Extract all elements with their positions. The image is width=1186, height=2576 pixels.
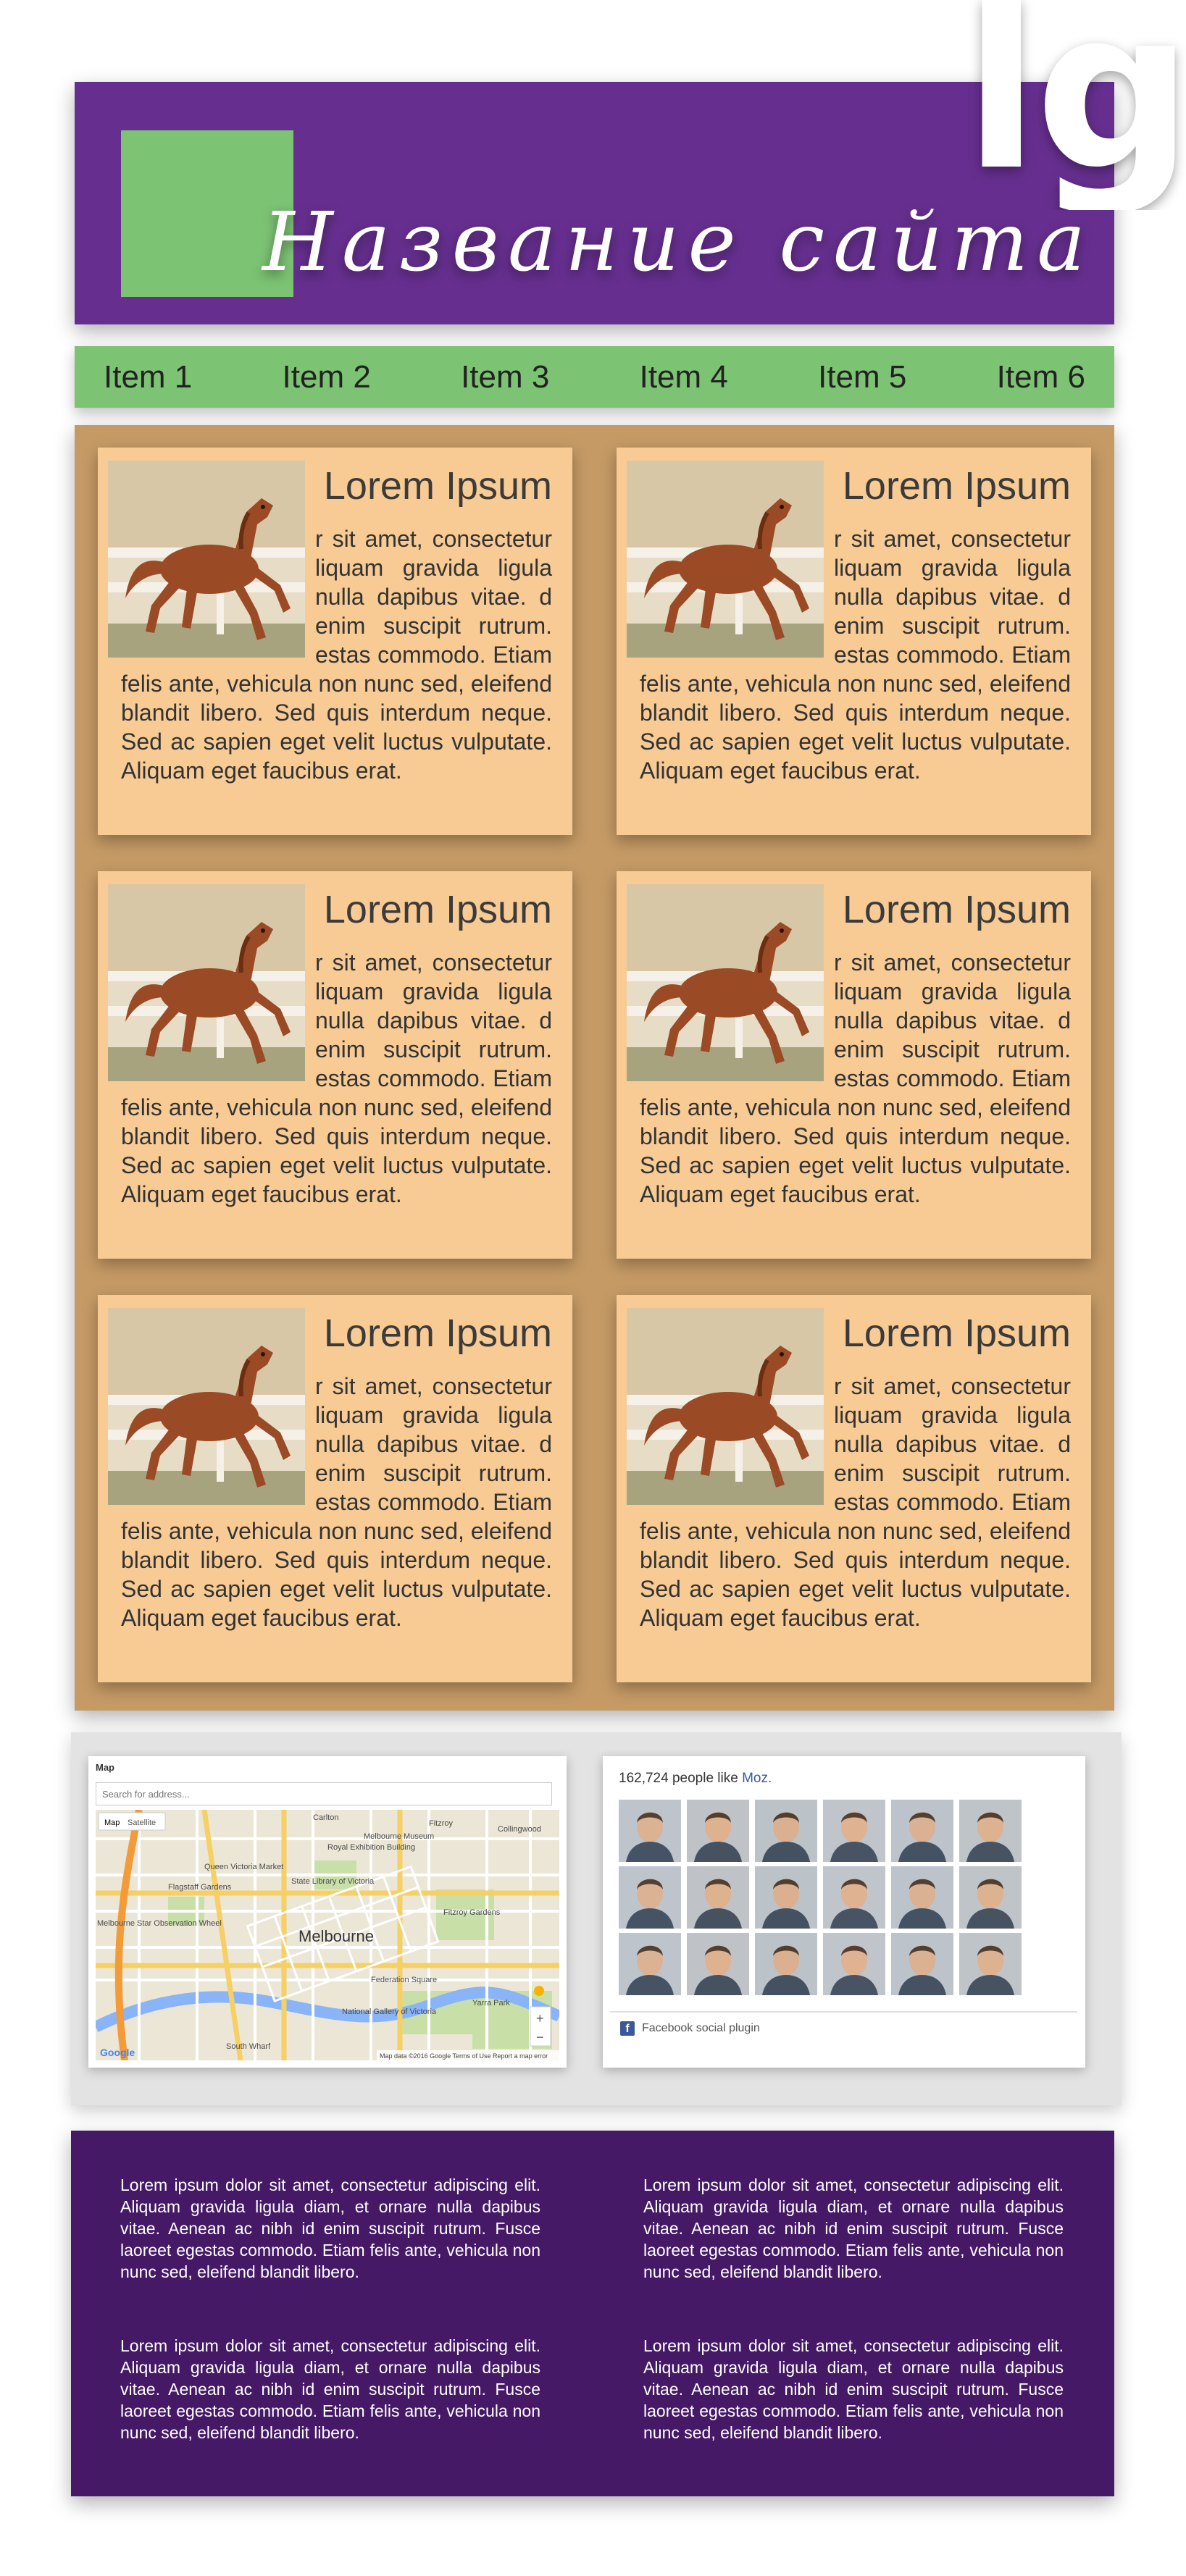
map-type-map-button[interactable]: Map <box>104 1818 120 1827</box>
nav-item-3[interactable]: Item 3 <box>461 346 549 408</box>
map-place-label: Melbourne Museum <box>364 1832 434 1841</box>
fb-friend-avatar[interactable] <box>687 1866 749 1929</box>
fb-friend-avatar[interactable] <box>823 1933 885 1995</box>
fb-friend-avatar[interactable] <box>823 1800 885 1862</box>
horse-image[interactable] <box>627 1308 824 1505</box>
map-city-label: Melbourne <box>298 1927 374 1945</box>
map-place-label: Flagstaff Gardens <box>168 1883 232 1892</box>
map-canvas[interactable]: Map Satellite Carlton Fitzroy Collingwoo… <box>96 1810 559 2060</box>
nav-item-6[interactable]: Item 6 <box>997 346 1085 408</box>
fb-friend-avatar[interactable] <box>891 1800 953 1862</box>
fb-friend-avatar[interactable] <box>619 1933 681 1995</box>
map-place-label: Yarra Park <box>472 1999 510 2007</box>
nav-item-5[interactable]: Item 5 <box>818 346 906 408</box>
horse-image[interactable] <box>108 461 305 658</box>
article-card[interactable]: Lorem Ipsum r sit amet, consectetur liqu… <box>98 1295 572 1682</box>
article-card[interactable]: Lorem Ipsum r sit amet, consectetur liqu… <box>617 448 1091 835</box>
fb-faces-grid <box>619 1800 1068 1995</box>
horse-image[interactable] <box>108 884 305 1081</box>
article-card[interactable]: Lorem Ipsum r sit amet, consectetur liqu… <box>98 871 572 1259</box>
brand-mark: lg <box>964 0 1186 210</box>
map-type-satellite-button[interactable]: Satellite <box>128 1818 156 1827</box>
facebook-like-box: 162,724 people like Moz. f Facebook soci… <box>603 1756 1085 2068</box>
map-place-label: South Wharf <box>226 2042 271 2051</box>
horse-image[interactable] <box>627 884 824 1081</box>
fb-friend-avatar[interactable] <box>891 1866 953 1929</box>
fb-like-count-text: 162,724 people like <box>619 1771 743 1786</box>
map-place-label: Carlton <box>313 1813 338 1822</box>
fb-page-link[interactable]: Moz. <box>742 1771 772 1786</box>
footer-paragraph: Lorem ipsum dolor sit amet, consectetur … <box>643 2336 1064 2442</box>
facebook-icon: f <box>620 2021 635 2036</box>
map-widget: Map Search for address... Map Satellite … <box>88 1756 567 2068</box>
article-card[interactable]: Lorem Ipsum r sit amet, consectetur liqu… <box>617 871 1091 1259</box>
fb-friend-avatar[interactable] <box>959 1866 1022 1929</box>
article-card[interactable]: Lorem Ipsum r sit amet, consectetur liqu… <box>617 1295 1091 1682</box>
footer-paragraph: Lorem ipsum dolor sit amet, consectetur … <box>120 2176 540 2281</box>
fb-friend-avatar[interactable] <box>619 1866 681 1929</box>
map-place-label: Royal Exhibition Building <box>327 1843 415 1852</box>
fb-friend-avatar[interactable] <box>755 1866 817 1929</box>
map-zoom-in-button[interactable]: + <box>536 2011 544 2026</box>
nav-item-1[interactable]: Item 1 <box>104 346 192 408</box>
footer-paragraph: Lorem ipsum dolor sit amet, consectetur … <box>643 2176 1064 2281</box>
map-attribution[interactable]: Map data ©2016 Google Terms of Use Repor… <box>380 2052 548 2060</box>
map-place-label: Queen Victoria Market <box>204 1863 283 1871</box>
nav-item-2[interactable]: Item 2 <box>283 346 371 408</box>
fb-friend-avatar[interactable] <box>687 1933 749 1995</box>
map-place-label: Collingwood <box>498 1825 541 1834</box>
map-zoom-out-button[interactable]: − <box>536 2030 544 2044</box>
pegman-icon[interactable] <box>534 1986 544 1996</box>
horse-image[interactable] <box>108 1308 305 1505</box>
map-place-label: Melbourne Star Observation Wheel <box>97 1919 222 1928</box>
google-logo[interactable]: Google <box>100 2047 135 2058</box>
map-place-label: State Library of Victoria <box>291 1877 375 1886</box>
fb-friend-avatar[interactable] <box>959 1933 1022 1995</box>
fb-friend-avatar[interactable] <box>959 1800 1022 1862</box>
map-search-input[interactable] <box>96 1782 552 1805</box>
map-place-label: Federation Square <box>371 1976 437 1984</box>
fb-friend-avatar[interactable] <box>755 1800 817 1862</box>
article-card[interactable]: Lorem Ipsum r sit amet, consectetur liqu… <box>98 448 572 835</box>
fb-friend-avatar[interactable] <box>687 1800 749 1862</box>
nav-item-4[interactable]: Item 4 <box>640 346 728 408</box>
map-place-label: Fitzroy <box>429 1819 454 1828</box>
fb-friend-avatar[interactable] <box>619 1800 681 1862</box>
fb-footer: f Facebook social plugin <box>610 2011 1077 2044</box>
footer-paragraph: Lorem ipsum dolor sit amet, consectetur … <box>120 2336 540 2442</box>
fb-plugin-link[interactable]: Facebook social plugin <box>642 2022 760 2035</box>
site-footer: Lorem ipsum dolor sit amet, consectetur … <box>71 2131 1114 2496</box>
map-label: Map <box>96 1762 114 1773</box>
main-nav: Item 1 Item 2 Item 3 Item 4 Item 5 Item … <box>75 346 1114 408</box>
horse-image[interactable] <box>627 461 824 658</box>
map-place-label: National Gallery of Victoria <box>342 2007 437 2016</box>
fb-like-count: 162,724 people like Moz. <box>619 1771 772 1787</box>
fb-friend-avatar[interactable] <box>823 1866 885 1929</box>
fb-friend-avatar[interactable] <box>891 1933 953 1995</box>
map-place-label: Fitzroy Gardens <box>443 1908 501 1917</box>
fb-friend-avatar[interactable] <box>755 1933 817 1995</box>
